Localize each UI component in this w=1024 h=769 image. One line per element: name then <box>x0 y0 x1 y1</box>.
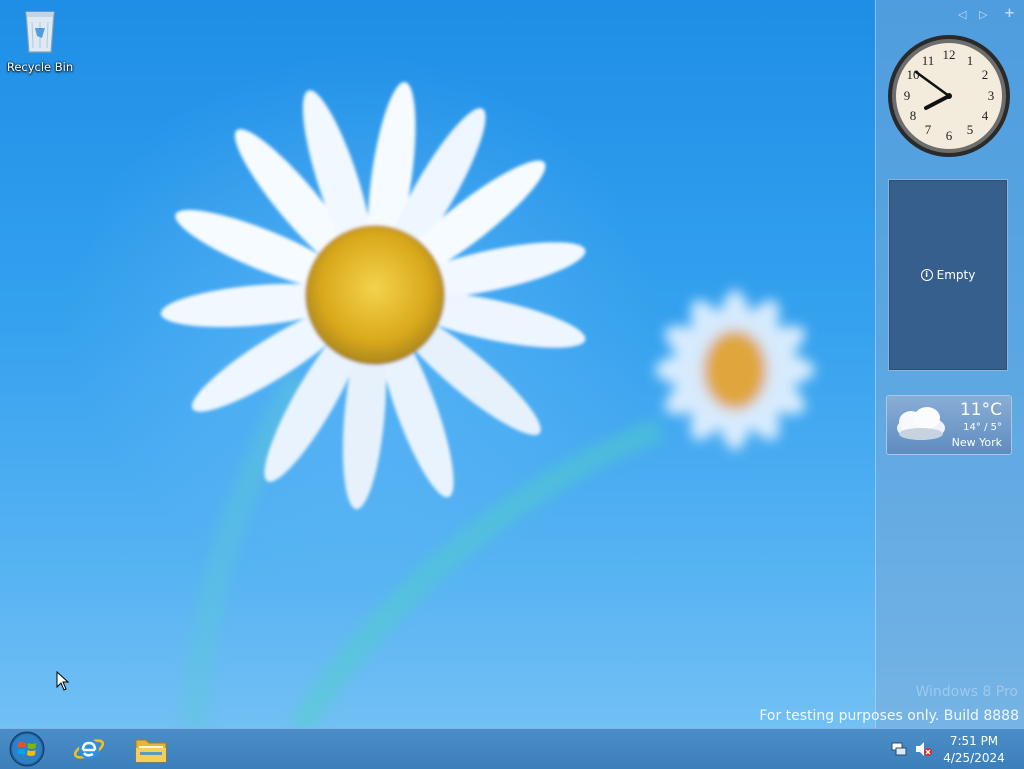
clock-numeral-5: 5 <box>967 122 974 137</box>
clock-date: 4/25/2024 <box>943 751 1005 765</box>
start-button[interactable] <box>4 729 50 769</box>
weather-city: New York <box>951 436 1002 449</box>
edition-watermark: Windows 8 Pro <box>915 684 1018 700</box>
previous-arrow-icon[interactable]: ◁ <box>958 8 966 21</box>
weather-range: 14° / 5° <box>963 422 1002 433</box>
system-clock[interactable]: 7:51 PM 4/25/2024 <box>938 733 1010 767</box>
clock-numeral-2: 2 <box>982 67 989 82</box>
recycle-bin-icon <box>25 11 55 53</box>
clock-time: 7:51 PM <box>949 734 999 748</box>
clock-numeral-1: 1 <box>967 53 974 68</box>
recycle-bin-label: Recycle Bin <box>6 60 74 74</box>
info-icon: i <box>920 269 933 281</box>
desktop: Recycle Bin ◁ ▷ + 12 1 2 3 4 5 6 7 8 9 1… <box>0 0 1024 728</box>
clock-numeral-7: 7 <box>925 122 932 137</box>
clock-numeral-9: 9 <box>904 88 911 103</box>
add-gadget-icon[interactable]: + <box>1004 6 1015 21</box>
windows-orb-icon <box>9 731 45 767</box>
build-watermark: For testing purposes only. Build 8888 <box>759 708 1019 724</box>
wallpaper-daisy-image <box>160 82 815 728</box>
clock-numeral-8: 8 <box>910 108 917 123</box>
clock-numeral-3: 3 <box>988 88 995 103</box>
network-icon[interactable] <box>891 741 907 757</box>
clock-numeral-6: 6 <box>946 128 953 143</box>
folder-icon <box>135 739 167 763</box>
internet-explorer-icon <box>73 739 105 759</box>
recycle-bin-desktop-icon[interactable]: Recycle Bin <box>4 6 76 74</box>
internet-explorer-button[interactable] <box>66 729 112 769</box>
clock-numeral-11: 11 <box>922 53 935 68</box>
clock-gadget[interactable]: 12 1 2 3 4 5 6 7 8 9 10 11 <box>886 33 1012 159</box>
speaker-muted-icon[interactable] <box>915 741 933 757</box>
cloud-icon <box>897 407 945 440</box>
next-arrow-icon[interactable]: ▷ <box>979 8 987 21</box>
clock-numeral-4: 4 <box>982 108 989 123</box>
taskbar: 7:51 PM 4/25/2024 <box>0 728 1024 769</box>
empty-gadget-label: Empty <box>936 268 976 282</box>
weather-temperature: 11°C <box>959 400 1002 420</box>
clock-numeral-12: 12 <box>943 47 956 62</box>
empty-gadget[interactable]: i Empty <box>888 179 1008 371</box>
mouse-cursor-icon <box>56 671 70 691</box>
weather-gadget[interactable]: 11°C 14° / 5° New York <box>886 395 1012 455</box>
file-explorer-button[interactable] <box>128 729 174 769</box>
